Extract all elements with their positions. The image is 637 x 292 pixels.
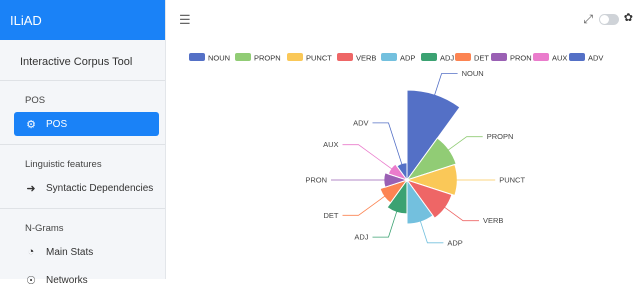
- sidebar-item-main-stats[interactable]: ◔ Main Stats: [14, 240, 159, 264]
- sidebar-item-label: Syntactic Dependencies: [46, 182, 154, 194]
- legend-swatch: [235, 53, 251, 61]
- legend-swatch: [455, 53, 471, 61]
- pos-rose-chart: NOUN PROPN PUNCT VERB ADP ADJ DET PRON AUX ADV NOU…: [189, 53, 603, 247]
- legend-label: ADV: [588, 54, 603, 63]
- legend-swatch: [533, 53, 549, 61]
- legend-swatch: [287, 53, 303, 61]
- legend-label: ADP: [400, 54, 415, 63]
- sidebar-item-pos[interactable]: ⚙ POS: [14, 112, 159, 136]
- data-label: PROPN: [487, 132, 514, 141]
- network-icon: ☉: [26, 274, 36, 287]
- legend-label: VERB: [356, 54, 376, 63]
- legend-label: DET: [474, 54, 489, 63]
- expand-icon[interactable]: ⤢: [583, 12, 593, 27]
- leader-line: [446, 136, 483, 152]
- legend-swatch: [189, 53, 205, 61]
- legend-label: ADJ: [440, 54, 454, 63]
- data-label: VERB: [483, 216, 503, 225]
- data-label: PUNCT: [499, 176, 525, 185]
- leader-line: [372, 122, 403, 166]
- legend-swatch: [337, 53, 353, 61]
- app-subtitle: Interactive Corpus Tool: [0, 40, 165, 81]
- legend-swatch: [421, 53, 437, 61]
- sidebar-item-networks[interactable]: ☉ Networks: [14, 268, 159, 292]
- legend-swatch: [569, 53, 585, 61]
- data-label: ADV: [353, 118, 368, 127]
- sidebar-item-label: Networks: [46, 274, 88, 286]
- sidebar-item-syntactic-dependencies[interactable]: ➜ Syntactic Dependencies: [14, 176, 159, 200]
- sidebar: ILiAD Interactive Corpus Tool POS ⚙ POS …: [0, 0, 166, 287]
- top-bar: ☰ ⤢ ✿: [165, 0, 637, 40]
- legend-swatch: [491, 53, 507, 61]
- arrow-right-icon: ➜: [26, 182, 36, 195]
- sidebar-item-label: Main Stats: [46, 246, 94, 258]
- gear-icon[interactable]: ✿: [624, 11, 633, 24]
- leader-line: [372, 210, 398, 238]
- leader-line: [419, 219, 444, 244]
- hamburger-icon[interactable]: ☰: [179, 12, 191, 28]
- dark-mode-toggle[interactable]: [599, 14, 619, 25]
- data-label: ADJ: [354, 233, 368, 242]
- legend-label: PROPN: [254, 54, 281, 63]
- data-label: AUX: [323, 140, 338, 149]
- data-label: DET: [324, 211, 339, 220]
- legend-label: PUNCT: [306, 54, 332, 63]
- legend-label: NOUN: [208, 54, 230, 63]
- leader-line: [342, 144, 393, 170]
- leader-line: [443, 206, 479, 222]
- data-label: PRON: [305, 176, 327, 185]
- section-title-ngrams: N-Grams: [25, 223, 64, 234]
- pos-icon: ⚙: [26, 118, 36, 131]
- legend-swatch: [381, 53, 397, 61]
- section-title-pos: POS: [25, 95, 46, 106]
- brand-title[interactable]: ILiAD: [0, 0, 165, 40]
- pie-chart-icon: ◔: [27, 246, 35, 258]
- section-title-linguistic: Linguistic features: [25, 159, 102, 170]
- sidebar-item-label: POS: [46, 118, 68, 130]
- legend-label: AUX: [552, 54, 567, 63]
- legend-label: PRON: [510, 54, 532, 63]
- data-label: ADP: [447, 238, 462, 247]
- data-label: NOUN: [462, 69, 484, 78]
- leader-line: [433, 73, 458, 97]
- leader-line: [342, 195, 386, 216]
